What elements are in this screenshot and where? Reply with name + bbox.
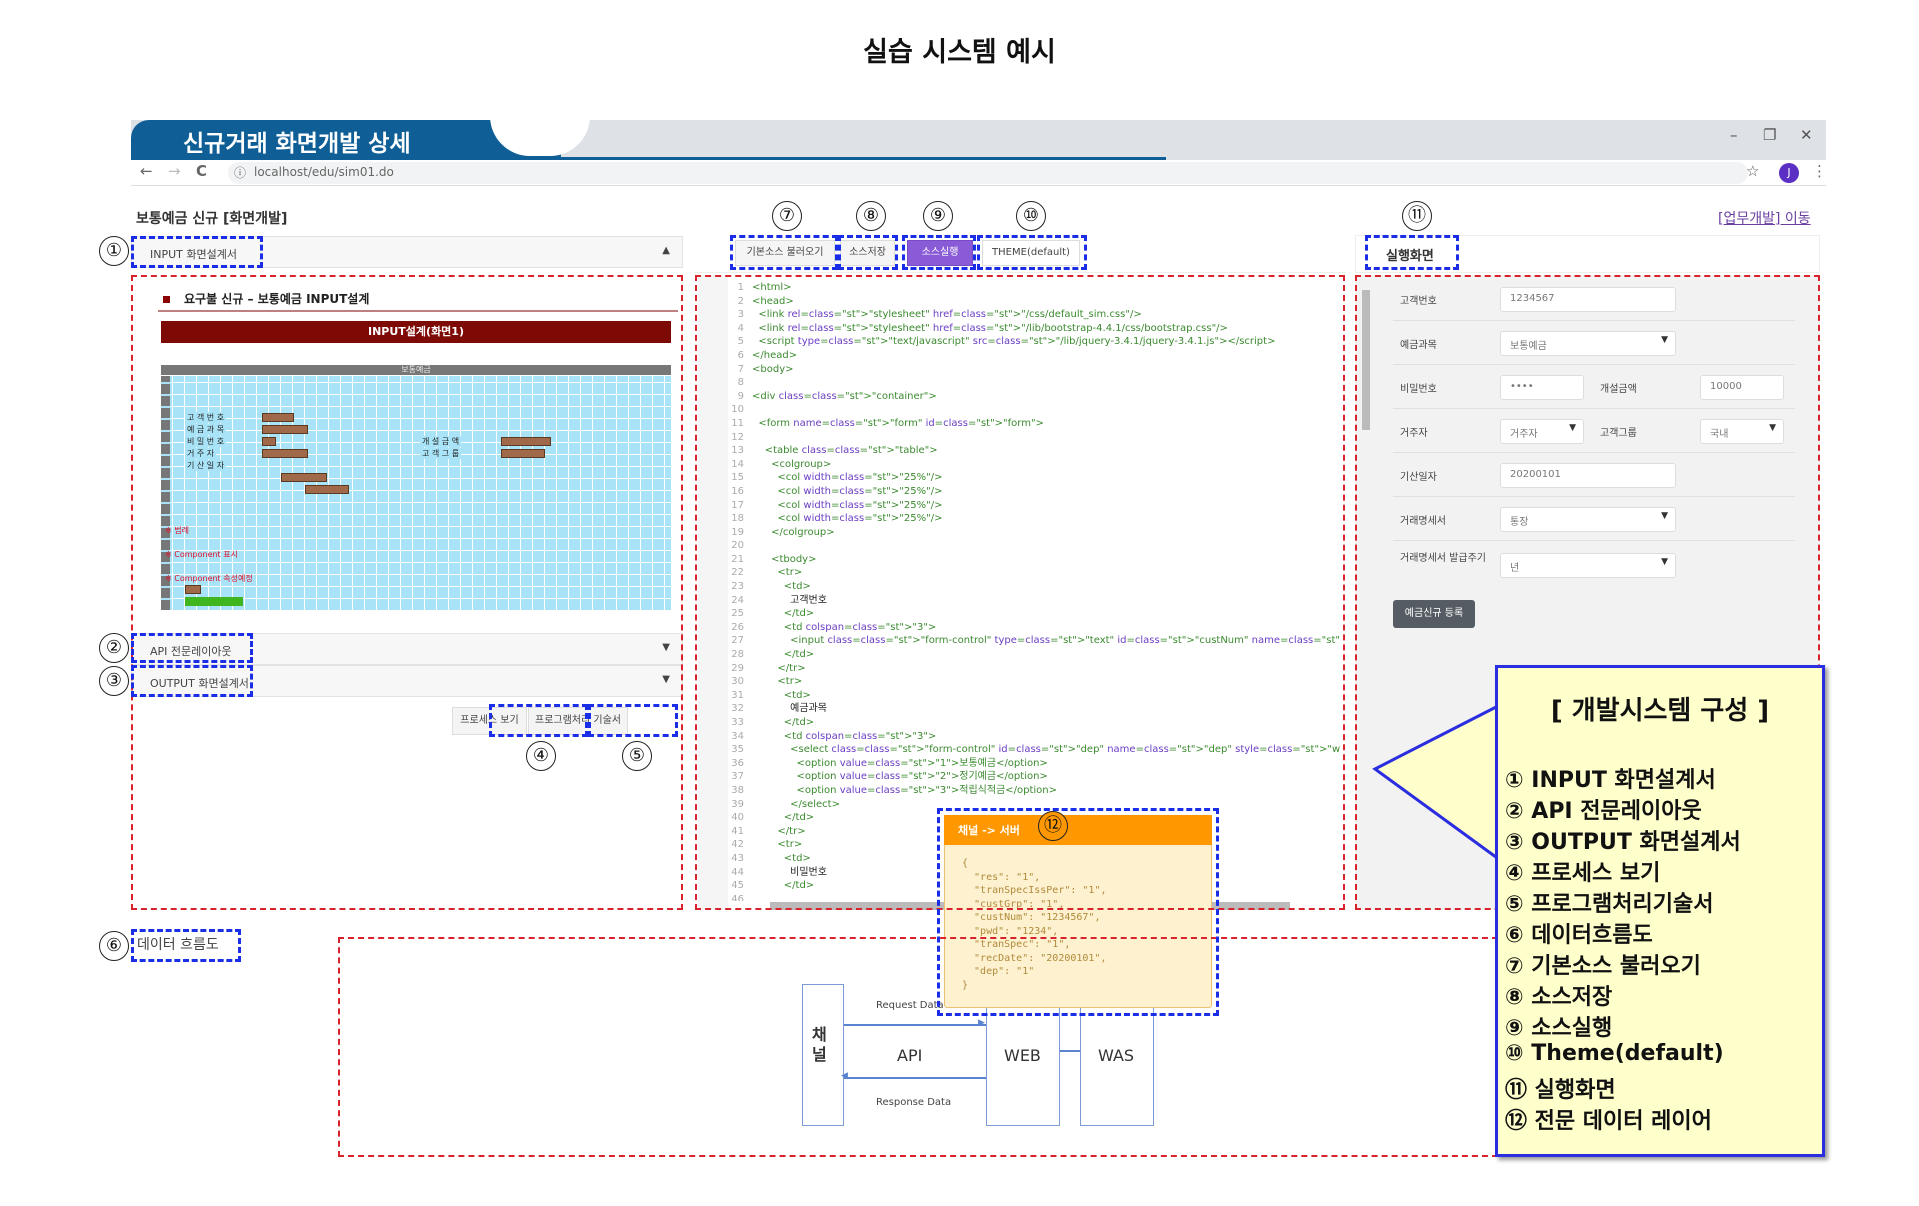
page-title: 실습 시스템 예시 (863, 37, 1056, 68)
forward-icon[interactable]: → (168, 162, 181, 180)
annotation-box-blue (131, 236, 263, 268)
callout-item: ⑧ 소스저장 (1505, 985, 1613, 1010)
annotation-box-blue (902, 235, 976, 270)
callout-item: ⑩ Theme(default) (1505, 1041, 1724, 1066)
marker-1: ① (99, 236, 129, 266)
marker-10: ⑩ (1016, 201, 1046, 231)
callout-item: ② API 전문레이아웃 (1505, 799, 1702, 824)
callout-item: ④ 프로세스 보기 (1505, 861, 1661, 886)
marker-8: ⑧ (856, 201, 886, 231)
avatar[interactable]: J (1779, 163, 1799, 183)
callout-item: ⑪ 실행화면 (1505, 1078, 1616, 1103)
marker-7: ⑦ (772, 201, 802, 231)
back-icon[interactable]: ← (140, 162, 153, 180)
annotation-box-blue (977, 235, 1087, 270)
callout-item: ⑥ 데이터흐름도 (1505, 923, 1653, 948)
minimize-icon[interactable]: – (1730, 126, 1738, 144)
close-icon[interactable]: ✕ (1800, 126, 1813, 144)
callout-title: [ 개발시스템 구성 ] (1550, 696, 1770, 726)
marker-11: ⑪ (1402, 201, 1432, 231)
marker-4: ④ (526, 741, 556, 771)
callout-item: ⑫ 전문 데이터 레이어 (1505, 1109, 1712, 1134)
reload-icon[interactable]: C (196, 162, 207, 180)
callout-item: ① INPUT 화면설계서 (1505, 768, 1716, 793)
biz-dev-link[interactable]: [업무개발] 이동 (1718, 208, 1811, 228)
callout-item: ⑨ 소스실행 (1505, 1016, 1613, 1041)
annotation-box-red (131, 275, 683, 910)
info-icon[interactable]: ⓘ (234, 164, 246, 181)
restore-icon[interactable]: ❐ (1763, 126, 1776, 144)
annotation-box-blue (489, 704, 588, 737)
url-input[interactable]: localhost/edu/sim01.do (228, 162, 1748, 184)
marker-9: ⑨ (923, 201, 953, 231)
marker-12: ⑫ (1038, 811, 1068, 841)
annotation-box-blue (131, 665, 253, 697)
annotation-box-blue (730, 235, 838, 270)
caret-up-icon: ▲ (662, 245, 670, 256)
star-icon[interactable]: ☆ (1746, 162, 1759, 180)
callout-pointer (1372, 702, 1505, 863)
menu-icon[interactable]: ⋮ (1812, 162, 1827, 180)
marker-2: ② (99, 633, 129, 663)
page-heading: 보통예금 신규 [화면개발] (136, 211, 288, 227)
callout-item: ③ OUTPUT 화면설계서 (1505, 830, 1741, 855)
marker-5: ⑤ (622, 741, 652, 771)
marker-3: ③ (99, 666, 129, 696)
marker-6: ⑥ (99, 931, 129, 961)
annotation-box-blue (588, 704, 678, 737)
annotation-box-red (338, 937, 1498, 1157)
annotation-box-blue (131, 633, 253, 663)
annotation-box-blue (131, 929, 241, 962)
annotation-box-blue (1365, 235, 1459, 270)
annotation-box-blue (937, 808, 1219, 1016)
url-text: localhost/edu/sim01.do (254, 165, 394, 179)
callout-item: ⑤ 프로그램처리기술서 (1505, 892, 1714, 917)
callout-item: ⑦ 기본소스 불러오기 (1505, 954, 1701, 979)
annotation-box-blue (838, 235, 898, 270)
